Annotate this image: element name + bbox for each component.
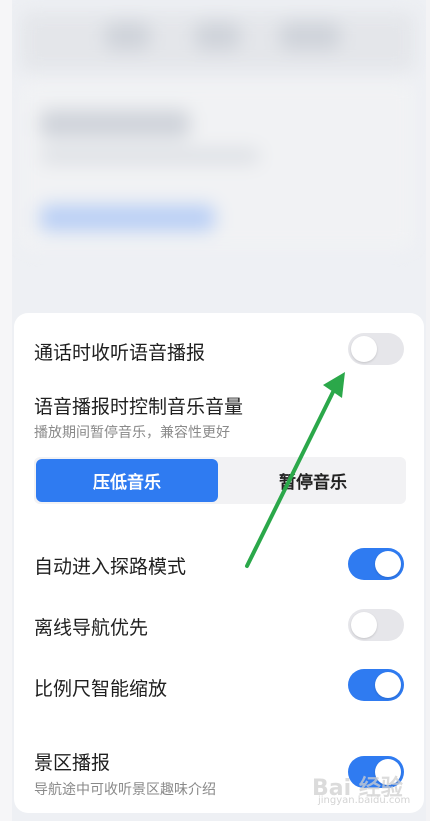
watermark-url: jingyan.baidu.com [318, 795, 411, 806]
annotation-arrow [245, 372, 345, 568]
